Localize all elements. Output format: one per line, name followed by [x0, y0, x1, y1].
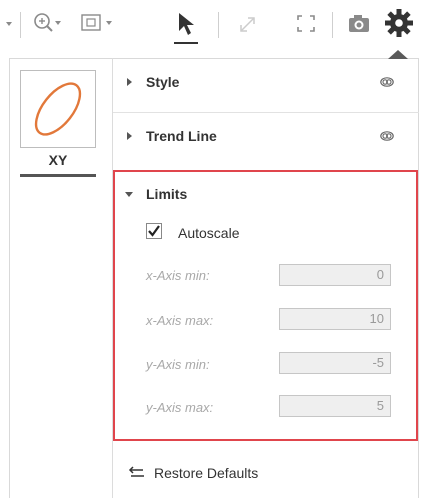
- zoom-button[interactable]: [32, 10, 62, 43]
- expand-button[interactable]: [236, 10, 260, 43]
- pointer-button[interactable]: [174, 10, 198, 43]
- y-axis-min-input[interactable]: -5: [279, 352, 391, 374]
- toolbar-separator: [332, 12, 333, 38]
- x-axis-min-label: x-Axis min:: [146, 268, 210, 283]
- y-axis-max-input[interactable]: 5: [279, 395, 391, 417]
- fullscreen-button[interactable]: [294, 10, 318, 43]
- restore-defaults-button[interactable]: [128, 462, 146, 482]
- toolbar: [0, 0, 424, 56]
- settings-panel-pointer: [388, 50, 408, 59]
- section-style-header[interactable]: Style: [113, 60, 419, 104]
- autoscale-label: Autoscale: [178, 225, 240, 241]
- restore-defaults-label[interactable]: Restore Defaults: [154, 465, 258, 481]
- section-trend-line-title: Trend Line: [146, 128, 217, 144]
- plot-tab-label: XY: [48, 152, 68, 168]
- dropdown-caret-icon[interactable]: [6, 22, 12, 26]
- visibility-toggle-icon[interactable]: [380, 77, 394, 87]
- expand-arrows-icon: [240, 17, 255, 32]
- section-limits-title: Limits: [146, 186, 188, 202]
- toolbar-separator: [20, 12, 21, 38]
- plot-thumbnail: [20, 70, 96, 148]
- autoscale-checkbox[interactable]: [146, 223, 162, 239]
- pointer-icon: [179, 13, 194, 35]
- section-trend-line-header[interactable]: Trend Line: [113, 112, 419, 156]
- plot-tab-active-indicator: [20, 174, 96, 177]
- gear-icon: [385, 9, 413, 37]
- expand-right-icon: [127, 132, 132, 140]
- y-axis-min-label: y-Axis min:: [146, 357, 210, 372]
- checkmark-icon: [148, 225, 160, 237]
- ellipse-plot-icon: [34, 82, 82, 136]
- camera-icon: [349, 15, 369, 32]
- pointer-active-underline: [174, 42, 198, 44]
- snapshot-button[interactable]: [346, 10, 372, 43]
- x-axis-max-input[interactable]: 10: [279, 308, 391, 330]
- y-axis-max-label: y-Axis max:: [146, 400, 214, 415]
- x-axis-min-input[interactable]: 0: [279, 264, 391, 286]
- settings-button[interactable]: [382, 6, 416, 45]
- plot-tab-xy[interactable]: XY: [20, 70, 96, 178]
- restore-arrow-icon: [128, 466, 144, 477]
- region-button[interactable]: [80, 10, 114, 43]
- zoom-icon: [34, 13, 61, 32]
- collapse-down-icon: [125, 192, 133, 197]
- section-style-title: Style: [146, 74, 180, 90]
- fullscreen-icon: [297, 15, 315, 32]
- expand-right-icon: [127, 78, 132, 86]
- region-select-icon: [81, 14, 112, 31]
- section-limits-header[interactable]: Limits: [113, 172, 419, 216]
- x-axis-max-label: x-Axis max:: [146, 313, 214, 328]
- visibility-toggle-icon[interactable]: [380, 131, 394, 141]
- toolbar-separator: [218, 12, 219, 38]
